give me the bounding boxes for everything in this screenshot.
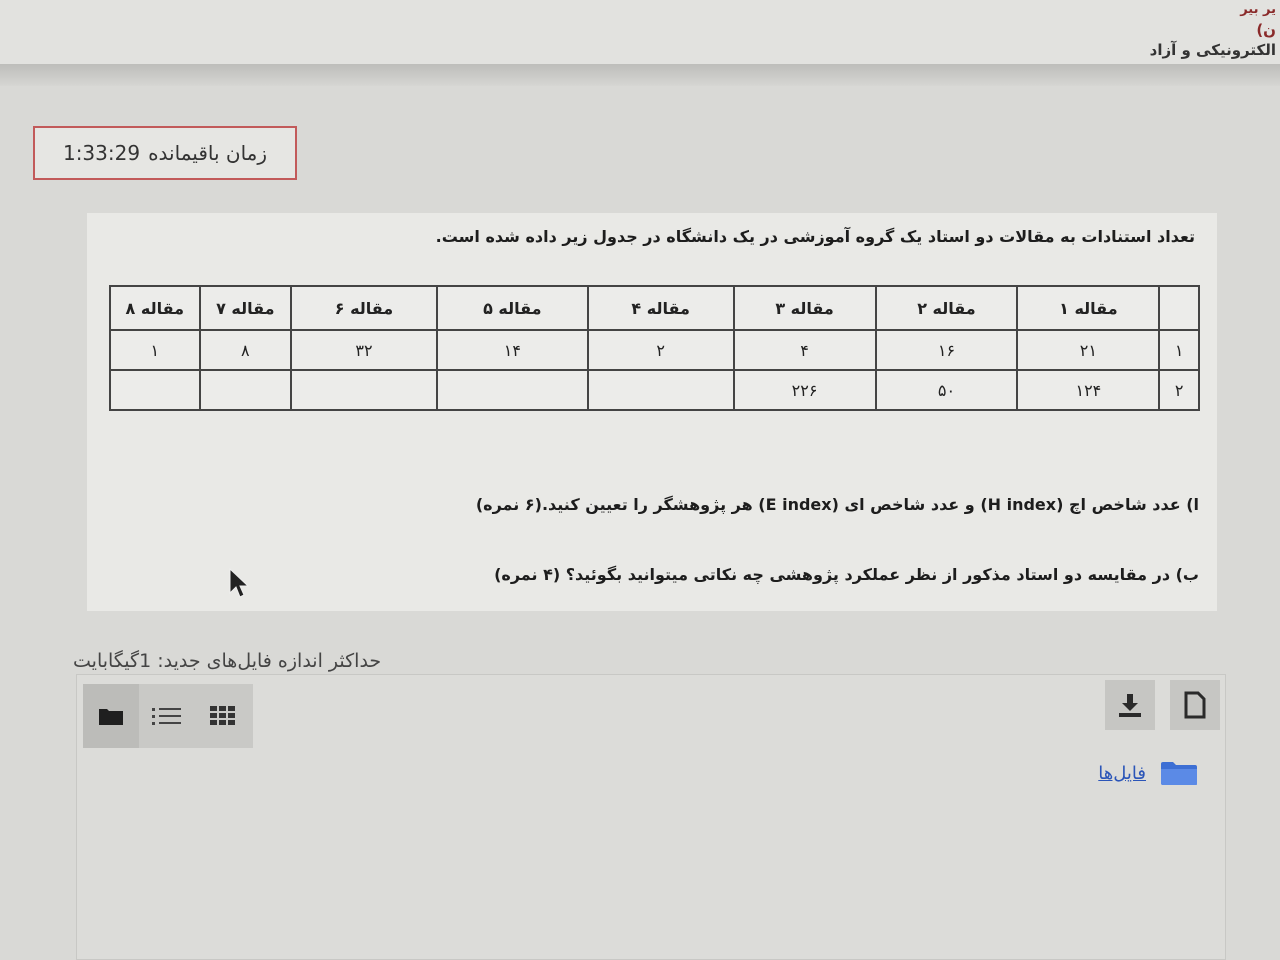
site-header: یر بیر ن) الکترونیکی و آزاد — [1150, 0, 1276, 60]
view-mode-toggle — [83, 684, 253, 748]
view-list-button[interactable] — [139, 684, 195, 748]
table-cell — [435, 369, 589, 411]
question-card: تعداد استنادات به مقالات دو استاد یک گرو… — [87, 213, 1217, 611]
table-cell: ۲ — [1158, 369, 1200, 411]
mouse-cursor-icon — [229, 567, 250, 598]
files-link[interactable]: فایل‌ها — [1098, 763, 1146, 784]
table-cell: ۲۲۶ — [732, 369, 877, 411]
table-cell: ۲ — [586, 329, 735, 371]
table-cell: ۱۶ — [874, 329, 1019, 371]
table-cell — [586, 369, 735, 411]
header-shadow — [0, 64, 1280, 86]
table-cell: ۵۰ — [874, 369, 1019, 411]
timer-label: زمان باقیمانده — [148, 141, 268, 165]
citations-table: مقاله ۱ مقاله ۲ مقاله ۳ مقاله ۴ مقاله ۵ … — [109, 285, 1200, 411]
header-line-3: الکترونیکی و آزاد — [1149, 41, 1276, 59]
timer-value: 1:33:29 — [62, 141, 141, 165]
table-cell: ۱ — [1158, 329, 1200, 371]
table-header-cell: مقاله ۸ — [109, 285, 201, 331]
add-file-button[interactable] — [1170, 680, 1220, 730]
table-header-row: مقاله ۱ مقاله ۲ مقاله ۳ مقاله ۴ مقاله ۵ … — [109, 285, 1200, 331]
list-icon — [152, 708, 181, 725]
table-cell — [290, 369, 438, 411]
question-part-a: ا) عدد شاخص اچ (H index) و عدد شاخص ای (… — [475, 495, 1199, 514]
table-cell: ۲۱ — [1016, 329, 1161, 371]
folder-icon — [99, 709, 123, 725]
table-cell: ۸ — [198, 329, 293, 371]
table-cell — [198, 369, 293, 411]
remaining-time-box: زمان باقیمانده 1:33:29 — [33, 126, 297, 180]
table-cell — [109, 369, 201, 411]
table-cell: ۱ — [109, 329, 201, 371]
blue-folder-icon — [1161, 762, 1197, 785]
table-header-cell: مقاله ۱ — [1016, 285, 1161, 331]
top-strip — [0, 0, 1280, 64]
download-icon — [1119, 694, 1141, 717]
table-cell: ۳۲ — [290, 329, 438, 371]
view-folder-button[interactable] — [83, 684, 139, 748]
table-header-cell: مقاله ۳ — [732, 285, 877, 331]
files-folder-entry[interactable]: فایل‌ها — [1098, 760, 1198, 786]
table-header-cell: مقاله ۶ — [290, 285, 438, 331]
table-cell: ۱۲۴ — [1016, 369, 1161, 411]
header-line-2: ن) — [1256, 21, 1276, 39]
table-header-cell: مقاله ۵ — [435, 285, 589, 331]
view-grid-button[interactable] — [195, 684, 251, 748]
table-cell: ۴ — [732, 329, 877, 371]
max-file-size-label: حداکثر اندازه فایل‌های جدید: 1گیگابایت — [73, 650, 382, 672]
table-header-cell: مقاله ۴ — [586, 285, 735, 331]
table-row: ۲ ۱۲۴ ۵۰ ۲۲۶ — [109, 369, 1200, 411]
header-line-1: یر بیر — [1240, 2, 1276, 17]
table-header-cell: مقاله ۲ — [874, 285, 1019, 331]
table-row: ۱ ۲۱ ۱۶ ۴ ۲ ۱۴ ۳۲ ۸ ۱ — [109, 329, 1200, 371]
table-header-cell: مقاله ۷ — [198, 285, 293, 331]
question-part-b: ب) در مقایسه دو استاد مذکور از نظر عملکر… — [494, 565, 1199, 584]
table-cell: ۱۴ — [435, 329, 589, 371]
download-button[interactable] — [1105, 680, 1155, 730]
grid-icon — [210, 706, 235, 725]
question-intro: تعداد استنادات به مقالات دو استاد یک گرو… — [435, 227, 1195, 246]
file-icon — [1184, 691, 1206, 719]
table-header-cell — [1158, 285, 1200, 331]
